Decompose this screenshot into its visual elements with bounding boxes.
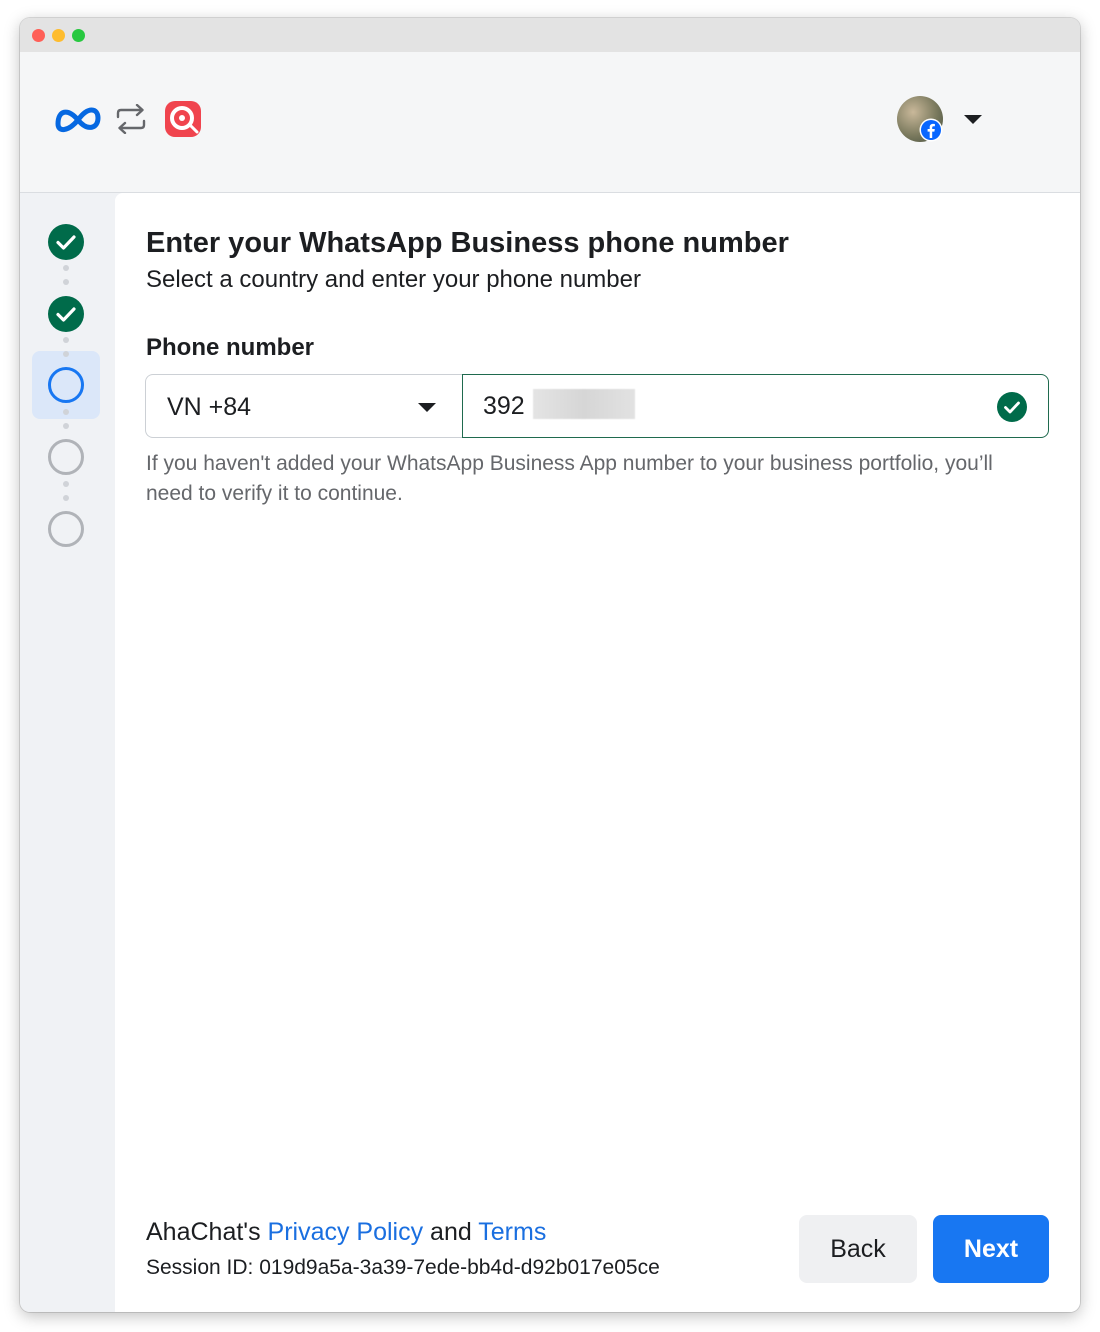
maximize-window-button[interactable] — [72, 29, 85, 42]
close-window-button[interactable] — [32, 29, 45, 42]
account-menu-caret-icon[interactable] — [963, 112, 983, 126]
company-prefix: AhaChat's — [146, 1218, 268, 1246]
page-subtitle: Select a country and enter your phone nu… — [146, 266, 641, 293]
step-3-current-icon — [48, 367, 84, 403]
step-connector — [63, 409, 69, 437]
step-connector — [63, 265, 69, 293]
privacy-policy-link[interactable]: Privacy Policy — [268, 1218, 424, 1246]
header-bar — [20, 52, 1080, 193]
progress-stepper — [20, 193, 115, 1312]
chevron-down-icon — [418, 403, 436, 412]
phone-number-input[interactable]: 392 — [462, 374, 1049, 438]
step-connector — [63, 481, 69, 509]
session-id: Session ID: 019d9a5a-3a39-7ede-bb4d-d92b… — [146, 1256, 660, 1280]
facebook-icon — [919, 118, 943, 142]
swap-arrows-icon — [116, 104, 146, 134]
window-titlebar — [20, 18, 1080, 52]
step-1-complete-icon — [48, 224, 84, 260]
next-button[interactable]: Next — [933, 1215, 1049, 1283]
session-label: Session ID: — [146, 1256, 260, 1279]
and-text: and — [423, 1218, 479, 1246]
helper-text: If you haven't added your WhatsApp Busin… — [146, 452, 993, 505]
browser-window: Enter your WhatsApp Business phone numbe… — [20, 18, 1080, 1312]
phone-number-value: 392 — [483, 392, 525, 420]
meta-logo-icon — [55, 107, 101, 132]
page-title: Enter your WhatsApp Business phone numbe… — [146, 227, 789, 259]
country-code-select[interactable]: VN +84 — [145, 374, 463, 438]
session-id-value: 019d9a5a-3a39-7ede-bb4d-d92b017e05ce — [259, 1256, 660, 1279]
phone-number-label: Phone number — [146, 334, 315, 361]
main-panel: Enter your WhatsApp Business phone numbe… — [115, 193, 1080, 1312]
step-5-pending-icon — [48, 511, 84, 547]
check-circle-icon — [997, 392, 1027, 422]
redacted-digits — [533, 389, 635, 419]
legal-links: AhaChat's Privacy Policy and Terms — [146, 1218, 546, 1247]
minimize-window-button[interactable] — [52, 29, 65, 42]
step-connector — [63, 337, 69, 365]
country-code-value: VN +84 — [167, 393, 252, 421]
ahachat-logo-icon — [165, 101, 201, 137]
back-button[interactable]: Back — [799, 1215, 917, 1283]
step-4-pending-icon — [48, 439, 84, 475]
step-2-complete-icon — [48, 296, 84, 332]
terms-link[interactable]: Terms — [478, 1218, 546, 1246]
